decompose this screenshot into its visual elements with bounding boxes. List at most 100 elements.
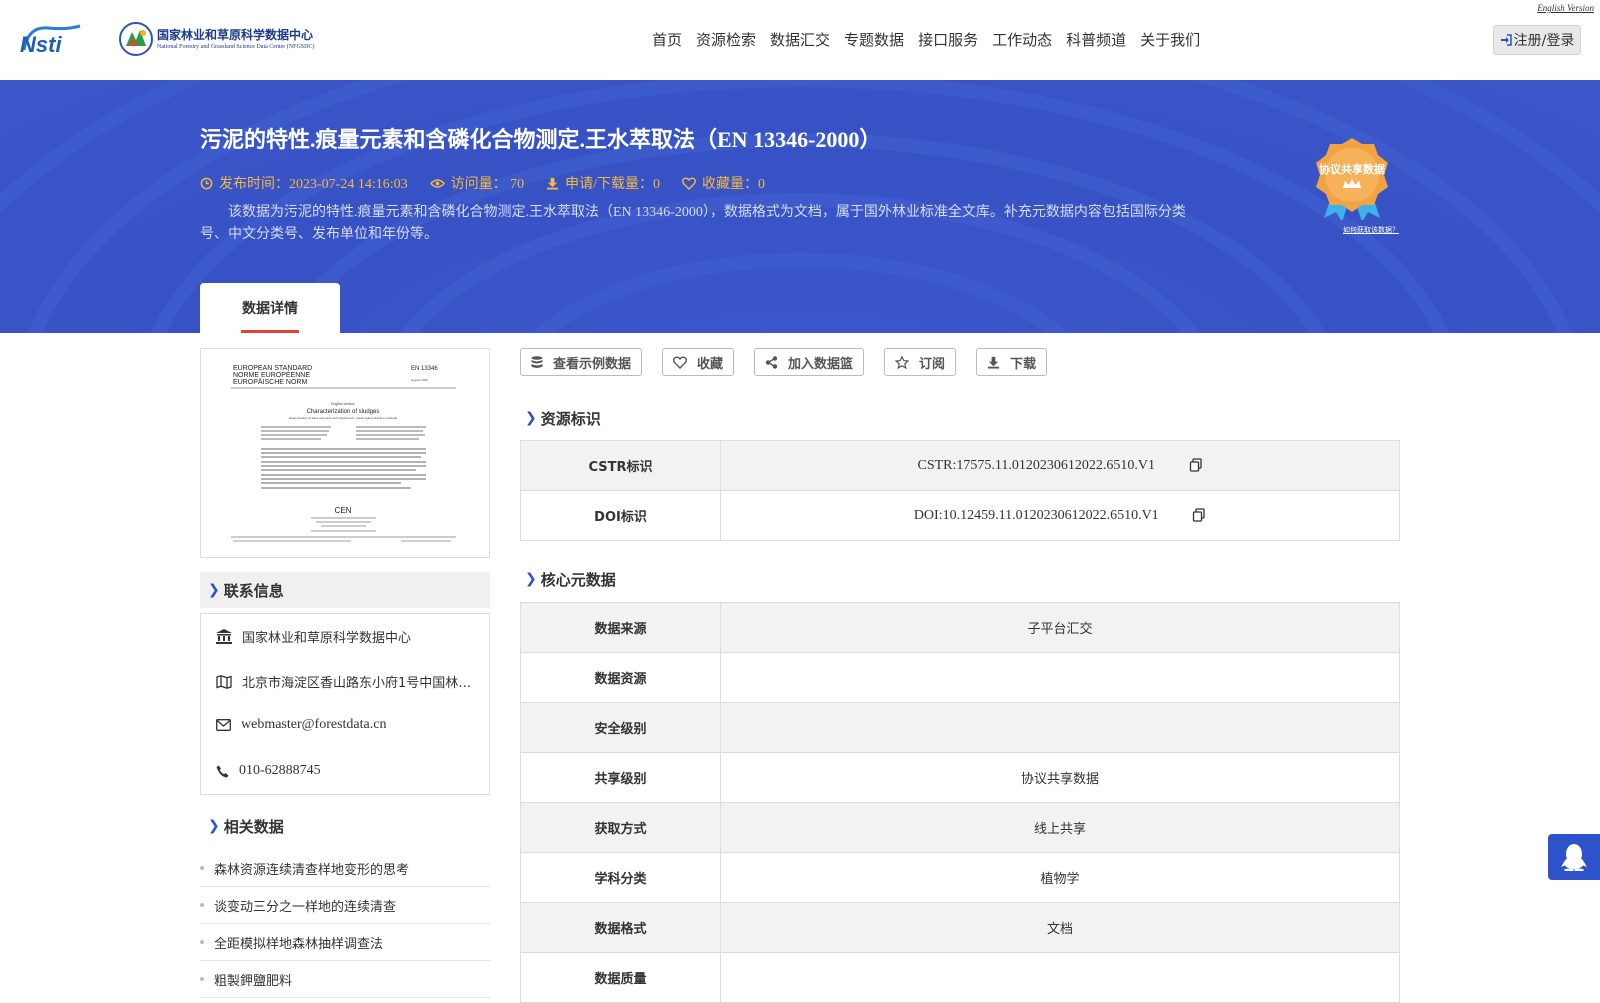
add-to-basket-button[interactable]: 加入数据篮: [754, 348, 865, 376]
nfgsdc-emblem-icon: [119, 22, 153, 56]
eye-icon: [429, 178, 445, 188]
cstr-key: CSTR标识: [520, 440, 721, 491]
dataset-title: 污泥的特性.痕量元素和含磷化合物测定.王水萃取法（EN 13346-2000）: [200, 127, 882, 152]
nav-work-news[interactable]: 工作动态: [992, 29, 1052, 50]
copy-icon[interactable]: [1192, 508, 1206, 522]
view-count-text: 访问量： 70: [450, 177, 525, 192]
contact-address: 北京市海淀区香山路东小府1号中国林业科学研究院: [216, 672, 472, 691]
view-sample-button[interactable]: 查看示例数据: [520, 348, 643, 376]
copy-icon[interactable]: [1189, 458, 1203, 472]
institution-icon: [216, 629, 232, 644]
cstr-value-cell: CSTR:17575.11.0120230612022.6510.V1: [720, 440, 1400, 491]
meta-key: 共享级别: [520, 752, 721, 803]
meta-value: 文档: [720, 902, 1400, 953]
subscribe-label: 订阅: [919, 356, 946, 372]
qq-penguin-icon: [1561, 844, 1587, 871]
login-label: 注册/登录: [1513, 33, 1575, 49]
core-metadata-heading-text: 核心元数据: [540, 570, 616, 589]
table-row: 数据质量: [520, 952, 1400, 1003]
contact-heading-text: 联系信息: [223, 581, 284, 600]
download-button[interactable]: 下载: [976, 348, 1048, 376]
contact-email-text: webmaster@forestdata.cn: [241, 717, 387, 732]
svg-text:EUROPÄISCHE NORM: EUROPÄISCHE NORM: [233, 378, 307, 386]
tab-data-details[interactable]: 数据详情: [200, 283, 340, 333]
svg-text:English version: English version: [331, 402, 355, 406]
contact-section-heading: ❯ 联系信息: [200, 572, 490, 608]
table-row: 获取方式 线上共享: [520, 802, 1400, 853]
active-tab-indicator: [241, 330, 299, 333]
doi-key: DOI标识: [520, 490, 721, 541]
database-icon: [531, 355, 543, 368]
table-row: DOI标识 DOI:10.12459.11.0120230612022.6510…: [520, 490, 1400, 541]
contact-email[interactable]: webmaster@forestdata.cn: [216, 717, 386, 733]
view-count: 访问量： 70: [429, 173, 525, 193]
publish-time: 发布时间：2023-07-24 14:16:03: [200, 173, 408, 193]
favorite-button[interactable]: 收藏: [662, 348, 735, 376]
svg-text:CEN: CEN: [335, 506, 352, 515]
related-item[interactable]: 森林资源连续清查样地变形的思考: [200, 850, 490, 887]
related-data-list: 森林资源连续清查样地变形的思考 谈变动三分之一样地的连续清查 全距模拟样地森林抽…: [200, 850, 490, 998]
sign-in-icon: [1500, 34, 1512, 46]
contact-phone: 010-62888745: [216, 763, 321, 779]
doi-value: DOI:10.12459.11.0120230612022.6510.V1: [913, 507, 1159, 523]
nav-thematic-data[interactable]: 专题数据: [844, 29, 904, 50]
svg-text:EUROPEAN STANDARD: EUROPEAN STANDARD: [233, 365, 312, 372]
meta-value: 植物学: [720, 852, 1400, 903]
contact-org-text: 国家林业和草原科学数据中心: [242, 631, 412, 646]
nav-science-channel[interactable]: 科普频道: [1066, 29, 1126, 50]
meta-key: 学科分类: [520, 852, 721, 903]
login-button[interactable]: 注册/登录: [1493, 25, 1581, 55]
related-item[interactable]: 全距模拟样地森林抽样调查法: [200, 924, 490, 961]
how-to-get-data-link[interactable]: 如何获取该数据？: [1343, 225, 1399, 235]
qq-chat-button[interactable]: [1548, 834, 1600, 880]
favorite-label: 收藏: [697, 356, 724, 372]
star-icon: [895, 355, 910, 369]
favorite-count: 收藏量：0: [682, 173, 765, 193]
dataset-stats: 发布时间：2023-07-24 14:16:03 访问量： 70 申请/下载量：…: [200, 173, 787, 193]
meta-value: [720, 702, 1400, 753]
svg-text:NORME EUROPÉENNE: NORME EUROPÉENNE: [233, 370, 310, 379]
related-item[interactable]: 谈变动三分之一样地的连续清查: [200, 887, 490, 924]
table-row: CSTR标识 CSTR:17575.11.0120230612022.6510.…: [520, 440, 1400, 491]
contact-address-text: 北京市海淀区香山路东小府1号中国林业科学研究院: [242, 676, 472, 691]
nsti-logo[interactable]: Nsti: [18, 20, 98, 56]
doi-value-cell: DOI:10.12459.11.0120230612022.6510.V1: [720, 490, 1400, 541]
table-row: 数据资源: [520, 652, 1400, 703]
add-to-basket-label: 加入数据篮: [788, 356, 854, 372]
heart-icon: [673, 356, 688, 369]
share-icon: [765, 355, 778, 369]
clock-icon: [200, 177, 213, 189]
resource-id-table: CSTR标识 CSTR:17575.11.0120230612022.6510.…: [520, 440, 1400, 541]
resource-id-heading: ❯ 资源标识: [525, 405, 601, 431]
svg-text:Determination of trace element: Determination of trace elements and phos…: [289, 416, 398, 420]
meta-key: 数据资源: [520, 652, 721, 703]
related-item[interactable]: 粗製鉀鹽肥料: [200, 961, 490, 998]
map-icon: [216, 674, 232, 689]
view-sample-label: 查看示例数据: [553, 356, 632, 372]
nav-home[interactable]: 首页: [652, 29, 682, 50]
envelope-icon: [216, 719, 231, 731]
nfgsdc-logo[interactable]: 国家林业和草原科学数据中心 National Forestry and Gras…: [118, 20, 314, 58]
nav-data-submission[interactable]: 数据汇交: [770, 29, 830, 50]
nav-api-service[interactable]: 接口服务: [918, 29, 978, 50]
nav-resource-search[interactable]: 资源检索: [696, 29, 756, 50]
download-icon: [547, 177, 559, 190]
download-count-text: 申请/下载量：0: [565, 177, 660, 192]
svg-text:EN 13346: EN 13346: [411, 366, 438, 372]
main-nav: 首页 资源检索 数据汇交 专题数据 接口服务 工作动态 科普频道 关于我们: [652, 29, 1214, 50]
publish-time-text: 发布时间：2023-07-24 14:16:03: [219, 177, 408, 192]
core-metadata-table: 数据来源 子平台汇交 数据资源 安全级别 共享级别 协议共享数据 获取方式 线上共享 …: [520, 602, 1400, 1003]
subscribe-button[interactable]: 订阅: [884, 348, 957, 376]
logo-chinese-name: 国家林业和草原科学数据中心: [157, 27, 314, 42]
contact-info-box: 国家林业和草原科学数据中心 北京市海淀区香山路东小府1号中国林业科学研究院 we…: [200, 613, 490, 795]
english-version-link[interactable]: English Version: [1537, 3, 1594, 13]
cstr-value: CSTR:17575.11.0120230612022.6510.V1: [917, 457, 1156, 473]
svg-text:August 2000: August 2000: [411, 378, 428, 382]
dataset-description: 该数据为污泥的特性.痕量元素和含磷化合物测定.王水萃取法（EN 13346-20…: [200, 205, 1186, 242]
action-toolbar: 查看示例数据 收藏 加入数据篮 订阅 下载: [520, 348, 1067, 376]
chevron-right-icon: ❯: [208, 582, 220, 598]
document-preview[interactable]: EUROPEAN STANDARD NORME EUROPÉENNE EUROP…: [200, 348, 490, 558]
meta-key: 安全级别: [520, 702, 721, 753]
table-row: 数据格式 文档: [520, 902, 1400, 953]
nav-about-us[interactable]: 关于我们: [1140, 29, 1200, 50]
